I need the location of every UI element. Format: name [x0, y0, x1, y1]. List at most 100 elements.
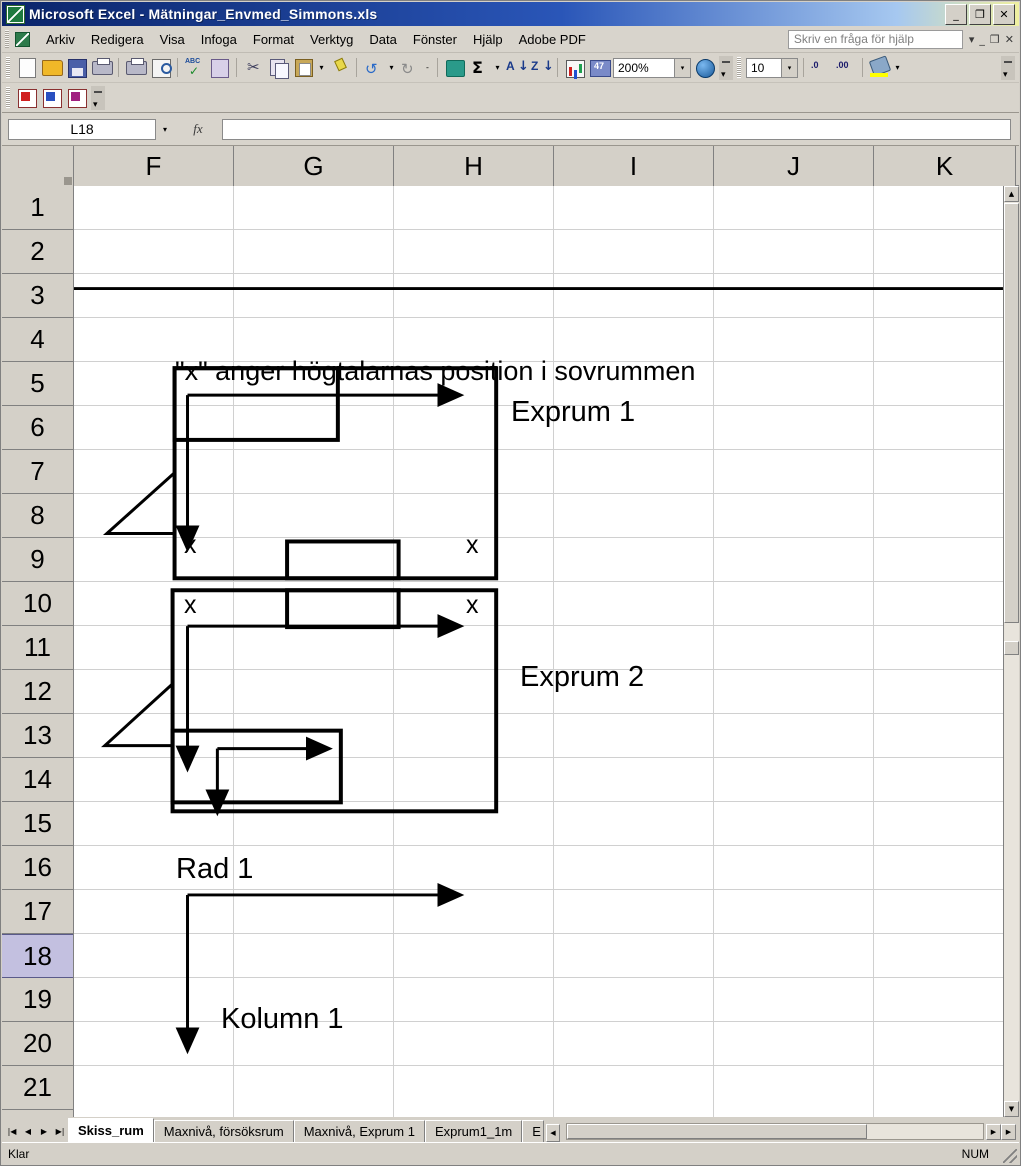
chart-wizard-icon[interactable] — [563, 56, 586, 79]
format-painter-icon[interactable] — [328, 56, 351, 79]
row-header-8[interactable]: 8 — [2, 494, 73, 538]
row-header-12[interactable]: 12 — [2, 670, 73, 714]
menu-item-redigera[interactable]: Redigera — [83, 28, 152, 51]
redo-dropdown-icon[interactable]: - — [422, 56, 433, 79]
horizontal-scroll-thumb[interactable] — [566, 1124, 867, 1139]
name-box[interactable]: L18 — [8, 118, 156, 140]
previous-sheet-button[interactable]: ◀ — [20, 1121, 36, 1141]
row-header-13[interactable]: 13 — [2, 714, 73, 758]
last-sheet-button[interactable]: ▶| — [52, 1121, 68, 1141]
convert-to-pdf-icon[interactable] — [15, 86, 38, 109]
row-header-17[interactable]: 17 — [2, 890, 73, 934]
sheet-tab-partial[interactable]: E — [522, 1120, 544, 1142]
menu-drag-handle[interactable] — [5, 30, 9, 48]
select-all-button[interactable] — [2, 146, 74, 186]
sheet-tab-maxniva-forsoksrum[interactable]: Maxnivå, försöksrum — [153, 1120, 294, 1142]
row-header-10[interactable]: 10 — [2, 582, 73, 626]
column-header-J[interactable]: J — [714, 146, 874, 186]
scroll-right-button[interactable]: ▶ — [986, 1124, 1001, 1140]
toolbar-drag-handle[interactable] — [6, 57, 10, 78]
horizontal-scrollbar[interactable] — [565, 1123, 984, 1140]
pdf-toolbar-drag-handle[interactable] — [6, 87, 10, 108]
vertical-split-handle[interactable] — [1004, 641, 1019, 655]
workbook-restore-button[interactable]: ❐ — [990, 33, 1000, 46]
restore-button[interactable]: ❐ — [969, 3, 991, 25]
name-box-dropdown-icon[interactable]: ▾ — [156, 118, 174, 140]
convert-and-email-pdf-icon[interactable] — [40, 86, 63, 109]
next-sheet-button[interactable]: ▶ — [36, 1121, 52, 1141]
convert-and-review-pdf-icon[interactable] — [65, 86, 88, 109]
insert-function-icon[interactable]: fx — [174, 121, 222, 137]
sheet-tab-skiss-rum[interactable]: Skiss_rum — [68, 1118, 154, 1142]
scroll-down-button[interactable]: ▼ — [1004, 1101, 1019, 1117]
row-header-21[interactable]: 21 — [2, 1066, 73, 1110]
menu-item-infoga[interactable]: Infoga — [193, 28, 245, 51]
workbook-minimize-button[interactable]: _ — [979, 33, 985, 46]
open-folder-icon[interactable] — [40, 56, 63, 79]
menu-item-data[interactable]: Data — [361, 28, 404, 51]
paste-icon[interactable] — [292, 56, 315, 79]
formula-input[interactable] — [222, 118, 1011, 140]
sort-descending-icon[interactable]: Z — [529, 56, 555, 79]
decrease-decimal-icon[interactable]: .00 — [834, 56, 857, 79]
ask-a-question-input[interactable]: Skriv en fråga för hjälp — [787, 29, 963, 49]
vertical-scrollbar[interactable]: ▲ ▼ — [1003, 186, 1019, 1117]
spelling-icon[interactable] — [183, 56, 206, 79]
zoom-select[interactable]: 200% ▾ — [613, 57, 691, 78]
row-header-7[interactable]: 7 — [2, 450, 73, 494]
column-header-K[interactable]: K — [874, 146, 1016, 186]
row-header-2[interactable]: 2 — [2, 230, 73, 274]
sheet-tab-exprum1-1m[interactable]: Exprum1_1m — [424, 1120, 523, 1142]
row-header-6[interactable]: 6 — [2, 406, 73, 450]
undo-icon[interactable]: ↺ — [362, 56, 385, 79]
autosum-dropdown-icon[interactable]: ▾ — [492, 56, 503, 79]
print-icon[interactable] — [124, 56, 147, 79]
menu-item-visa[interactable]: Visa — [152, 28, 193, 51]
column-header-F[interactable]: F — [74, 146, 234, 186]
column-header-H[interactable]: H — [394, 146, 554, 186]
row-header-4[interactable]: 4 — [2, 318, 73, 362]
menu-item-fonster[interactable]: Fönster — [405, 28, 465, 51]
column-header-G[interactable]: G — [234, 146, 394, 186]
first-sheet-button[interactable]: |◀ — [4, 1121, 20, 1141]
drawing-icon[interactable] — [588, 56, 611, 79]
sort-ascending-icon[interactable]: A — [504, 56, 528, 79]
font-size-select[interactable]: 10 ▾ — [746, 57, 798, 78]
resize-grip[interactable] — [1003, 1149, 1017, 1163]
undo-dropdown-icon[interactable]: ▾ — [386, 56, 397, 79]
row-header-19[interactable]: 19 — [2, 978, 73, 1022]
row-header-5[interactable]: 5 — [2, 362, 73, 406]
menu-dropdown-icon[interactable]: ▾ — [969, 33, 975, 46]
hyperlink-icon[interactable] — [443, 56, 466, 79]
autosum-icon[interactable]: Σ — [468, 56, 491, 79]
increase-decimal-icon[interactable]: .0 — [809, 56, 832, 79]
row-header-16[interactable]: 16 — [2, 846, 73, 890]
tab-scroll-right-button[interactable]: ◀ — [545, 1124, 560, 1142]
menu-item-hjalp[interactable]: Hjälp — [465, 28, 511, 51]
row-header-3[interactable]: 3 — [2, 274, 73, 318]
zoom-dropdown-icon[interactable]: ▾ — [674, 58, 690, 77]
row-header-18[interactable]: 18 — [2, 934, 73, 978]
sheet-tab-maxniva-exprum-1[interactable]: Maxnivå, Exprum 1 — [293, 1120, 425, 1142]
row-header-14[interactable]: 14 — [2, 758, 73, 802]
help-icon[interactable] — [693, 56, 716, 79]
copy-icon[interactable] — [267, 56, 290, 79]
cell-canvas[interactable]: "x" anger högtalarnas position i sovrumm… — [74, 186, 1003, 1117]
new-document-icon[interactable] — [15, 56, 38, 79]
save-icon[interactable] — [65, 56, 88, 79]
formatting-toolbar-drag-handle[interactable] — [737, 57, 741, 78]
row-header-20[interactable]: 20 — [2, 1022, 73, 1066]
research-icon[interactable] — [208, 56, 231, 79]
vertical-scroll-thumb[interactable] — [1004, 203, 1019, 623]
fill-color-icon[interactable] — [868, 55, 892, 79]
row-header-11[interactable]: 11 — [2, 626, 73, 670]
fill-color-dropdown-icon[interactable]: ▾ — [892, 56, 903, 79]
redo-icon[interactable]: ↻ — [398, 56, 421, 79]
email-icon[interactable] — [90, 56, 113, 79]
scroll-up-button[interactable]: ▲ — [1004, 186, 1019, 202]
toolbar-overflow-button[interactable] — [719, 55, 733, 80]
close-button[interactable]: ✕ — [993, 3, 1015, 25]
minimize-button[interactable]: _ — [945, 3, 967, 25]
formatting-toolbar-overflow-button[interactable] — [1001, 55, 1015, 80]
column-header-I[interactable]: I — [554, 146, 714, 186]
